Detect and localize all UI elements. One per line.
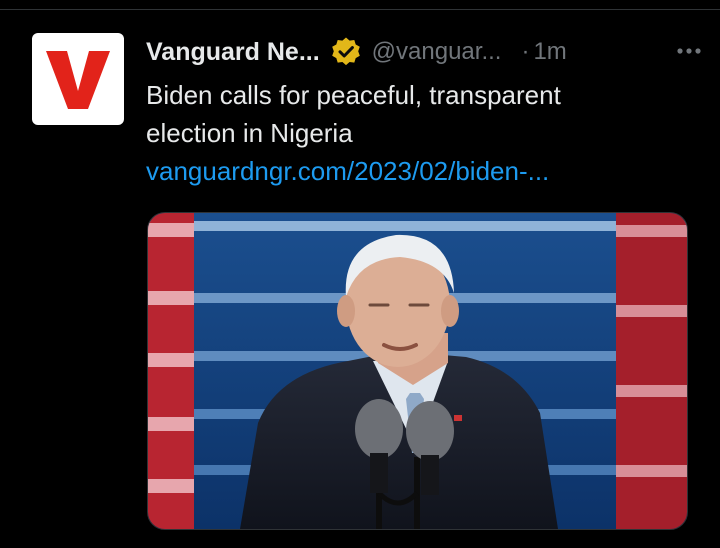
tweet-timestamp[interactable]: 1m (533, 38, 566, 66)
vanguard-logo-icon (46, 51, 110, 109)
separator-dot: · (521, 38, 530, 65)
speaker-at-podium-photo (148, 213, 687, 529)
tweet-text-line: Biden calls for peaceful, transparent (146, 80, 561, 110)
author-handle[interactable]: @vanguar... (372, 38, 502, 66)
verified-badge-icon[interactable] (330, 36, 362, 68)
tweet-link[interactable]: vanguardngr.com/2023/02/biden-... (146, 152, 549, 190)
author-display-name[interactable]: Vanguard Ne... (146, 38, 320, 67)
tweet-text: Biden calls for peaceful, transparent el… (146, 76, 666, 152)
tweet-header: Vanguard Ne... @vanguar... · 1m (146, 34, 700, 70)
top-divider (0, 9, 720, 10)
tweet-media-image[interactable] (147, 212, 688, 530)
tweet-text-line: election in Nigeria (146, 118, 353, 148)
avatar[interactable] (32, 33, 124, 125)
more-horizontal-icon[interactable] (674, 36, 704, 66)
